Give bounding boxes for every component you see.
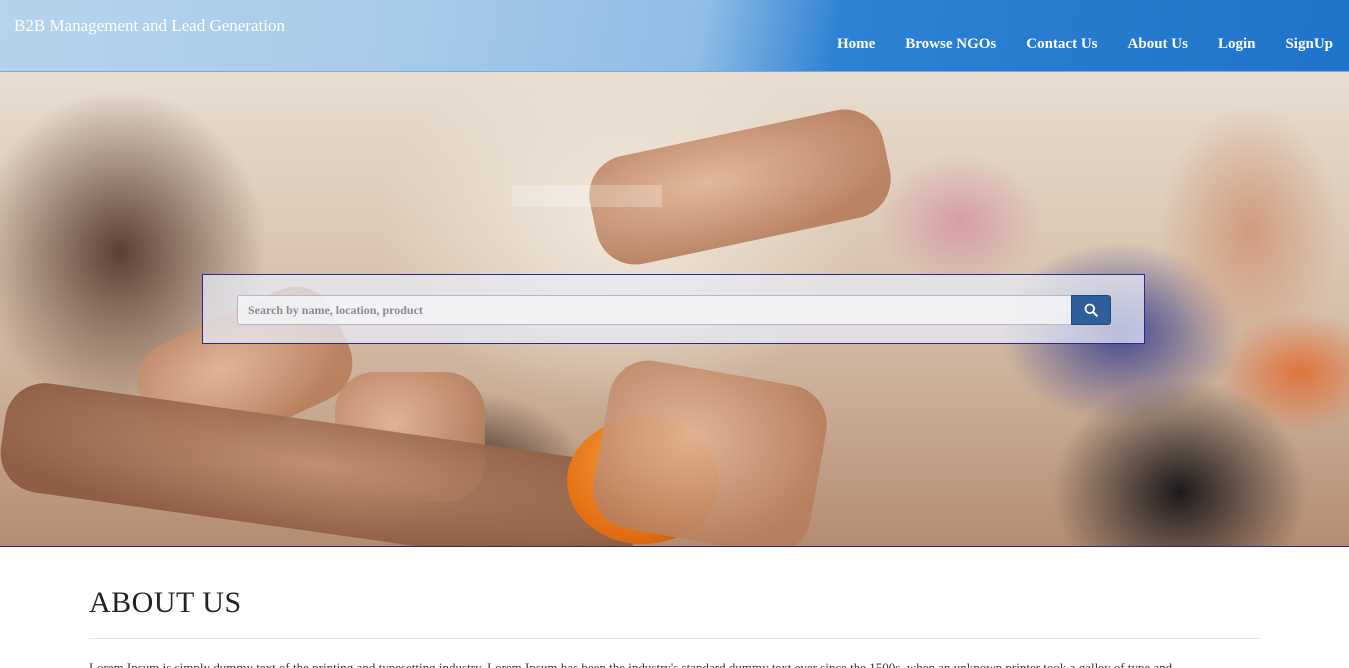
about-section: ABOUT US Lorem Ipsum is simply dummy tex… bbox=[89, 586, 1259, 668]
nav-contact-us[interactable]: Contact Us bbox=[1026, 36, 1097, 53]
about-divider bbox=[89, 638, 1259, 639]
about-title: ABOUT US bbox=[89, 586, 242, 619]
brand-title[interactable]: B2B Management and Lead Generation bbox=[14, 16, 285, 36]
hero-banner bbox=[0, 72, 1349, 547]
nav-login[interactable]: Login bbox=[1218, 36, 1256, 53]
search-icon bbox=[1084, 303, 1098, 317]
hero-faint-overlay bbox=[512, 185, 662, 207]
nav-browse-ngos[interactable]: Browse NGOs bbox=[905, 36, 996, 53]
hero-arm-bottom bbox=[0, 377, 645, 546]
search-input[interactable] bbox=[237, 295, 1071, 325]
search-panel bbox=[202, 274, 1145, 344]
nav-signup[interactable]: SignUp bbox=[1285, 36, 1333, 53]
search-button[interactable] bbox=[1071, 295, 1111, 325]
nav-home[interactable]: Home bbox=[837, 36, 875, 53]
main-nav: Home Browse NGOs Contact Us About Us Log… bbox=[837, 36, 1333, 53]
nav-about-us[interactable]: About Us bbox=[1128, 36, 1188, 53]
top-navbar: B2B Management and Lead Generation Home … bbox=[0, 0, 1349, 72]
hero-hand-right bbox=[586, 354, 834, 546]
about-text: Lorem Ipsum is simply dummy text of the … bbox=[89, 660, 1173, 668]
